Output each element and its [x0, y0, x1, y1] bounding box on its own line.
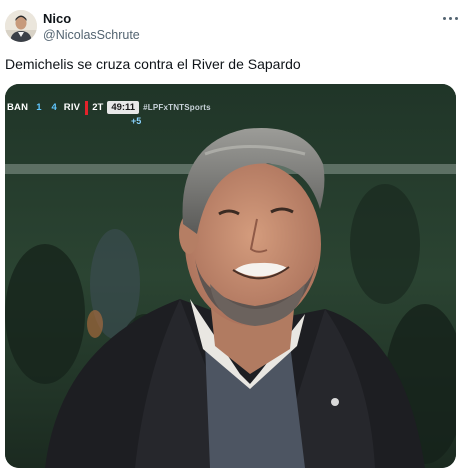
tweet-media[interactable]: BAN 1 4 RIV 2T 49:11 #LPFxTNTSports +5: [5, 84, 456, 468]
avatar-image: [5, 10, 37, 42]
more-options-icon[interactable]: [439, 11, 461, 25]
tweet-text: Demichelis se cruza contra el River de S…: [5, 56, 301, 72]
match-clock: 49:11: [107, 101, 140, 114]
dot: [442, 16, 446, 20]
red-card-marker: [85, 100, 89, 115]
scoreboard: BAN 1 4 RIV 2T 49:11 #LPFxTNTSports: [5, 100, 211, 115]
home-score: 1: [36, 102, 42, 113]
tweet: Nico @NicolasSchrute Demichelis se cruza…: [0, 0, 467, 475]
media-photo: [5, 84, 456, 468]
added-time: +5: [131, 116, 142, 126]
away-team: RIV: [63, 102, 81, 113]
author-handle[interactable]: @NicolasSchrute: [43, 28, 140, 42]
away-score: 4: [51, 102, 57, 113]
home-team: BAN: [7, 102, 29, 113]
author-name[interactable]: Nico: [43, 11, 71, 26]
match-half: 2T: [92, 102, 104, 113]
dot: [454, 16, 458, 20]
dot: [448, 16, 452, 20]
avatar[interactable]: [5, 10, 37, 42]
broadcast-hashtag: #LPFxTNTSports: [143, 103, 211, 112]
